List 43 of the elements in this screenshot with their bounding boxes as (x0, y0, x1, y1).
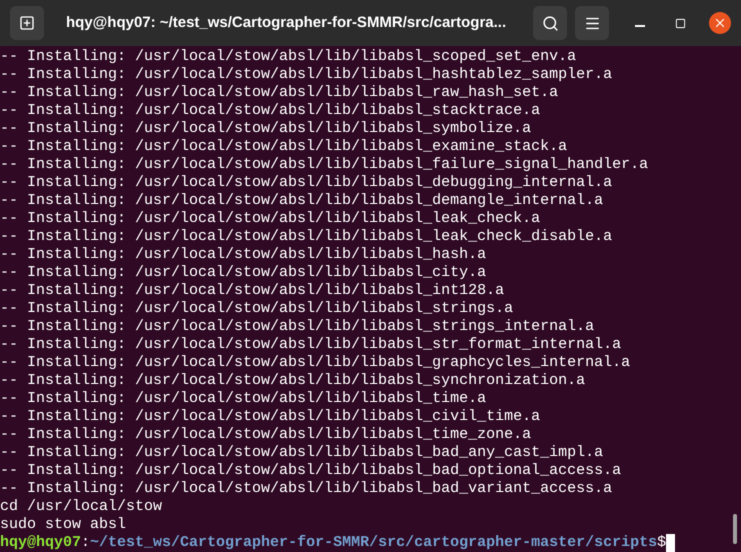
prompt-path: ~/test_ws/Cartographer-for-SMMR/src/cartographer-master/scripts (90, 534, 658, 552)
text-cursor (666, 534, 676, 552)
terminal-line: -- Installing: /usr/local/stow/absl/lib/libabsl_str_format_internal.a (0, 336, 622, 354)
terminal-line: -- Installing: /usr/local/stow/absl/lib/libabsl_failure_signal_handler.a (0, 156, 648, 174)
terminal-line: -- Installing: /usr/local/stow/absl/lib/libabsl_debugging_internal.a (0, 174, 612, 192)
terminal-line: -- Installing: /usr/local/stow/absl/lib/libabsl_raw_hash_set.a (0, 84, 558, 102)
terminal-line: -- Installing: /usr/local/stow/absl/lib/libabsl_leak_check.a (0, 210, 540, 228)
terminal-line: -- Installing: /usr/local/stow/absl/lib/libabsl_bad_any_cast_impl.a (0, 444, 604, 462)
terminal-line: -- Installing: /usr/local/stow/absl/lib/libabsl_bad_optional_access.a (0, 462, 622, 480)
terminal-line: -- Installing: /usr/local/stow/absl/lib/libabsl_graphcycles_internal.a (0, 354, 630, 372)
terminal-line: -- Installing: /usr/local/stow/absl/lib/libabsl_strings_internal.a (0, 318, 594, 336)
prompt-user-host: hqy@hqy07 (0, 534, 82, 552)
terminal-line: -- Installing: /usr/local/stow/absl/lib/libabsl_city.a (0, 264, 486, 282)
terminal-line: -- Installing: /usr/local/stow/absl/lib/libabsl_time.a (0, 390, 486, 408)
new-tab-button[interactable] (10, 6, 44, 40)
scrollbar (733, 514, 737, 544)
search-icon (542, 14, 558, 32)
menu-button[interactable] (575, 6, 609, 40)
terminal-line: cd /usr/local/stow (0, 498, 162, 516)
prompt-separator: : (81, 534, 90, 552)
new-tab-icon (19, 15, 35, 31)
terminal-line: -- Installing: /usr/local/stow/absl/lib/libabsl_civil_time.a (0, 408, 540, 426)
terminal-line: -- Installing: /usr/local/stow/absl/lib/libabsl_hash.a (0, 246, 486, 264)
terminal-line: -- Installing: /usr/local/stow/absl/lib/libabsl_leak_check_disable.a (0, 228, 612, 246)
prompt-symbol: $ (657, 534, 666, 552)
terminal-line: -- Installing: /usr/local/stow/absl/lib/libabsl_scoped_set_env.a (0, 48, 576, 66)
terminal-line: -- Installing: /usr/local/stow/absl/lib/libabsl_hashtablez_sampler.a (0, 66, 612, 84)
terminal-line: -- Installing: /usr/local/stow/absl/lib/libabsl_examine_stack.a (0, 138, 568, 156)
terminal-line: -- Installing: /usr/local/stow/absl/lib/libabsl_synchronization.a (0, 372, 586, 390)
terminal-line: -- Installing: /usr/local/stow/absl/lib/libabsl_demangle_internal.a (0, 192, 604, 210)
close-button[interactable] (709, 12, 731, 34)
terminal-line: -- Installing: /usr/local/stow/absl/lib/libabsl_int128.a (0, 282, 504, 300)
terminal-line: -- Installing: /usr/local/stow/absl/lib/libabsl_strings.a (0, 300, 514, 318)
terminal-line: sudo stow absl (0, 516, 126, 534)
close-icon (713, 16, 727, 30)
terminal-line: -- Installing: /usr/local/stow/absl/lib/libabsl_symbolize.a (0, 120, 532, 138)
maximize-icon (674, 18, 686, 28)
window-title: hqy@hqy07: ~/test_ws/Cartographer-for-SMMR/src/cartogra... (66, 12, 506, 33)
terminal-line: -- Installing: /usr/local/stow/absl/lib/libabsl_bad_variant_access.a (0, 480, 612, 498)
minimize-icon (635, 25, 645, 27)
terminal-line: -- Installing: /usr/local/stow/absl/lib/libabsl_time_zone.a (0, 426, 532, 444)
terminal-line: -- Installing: /usr/local/stow/absl/lib/libabsl_stacktrace.a (0, 102, 540, 120)
search-button[interactable] (533, 6, 567, 40)
